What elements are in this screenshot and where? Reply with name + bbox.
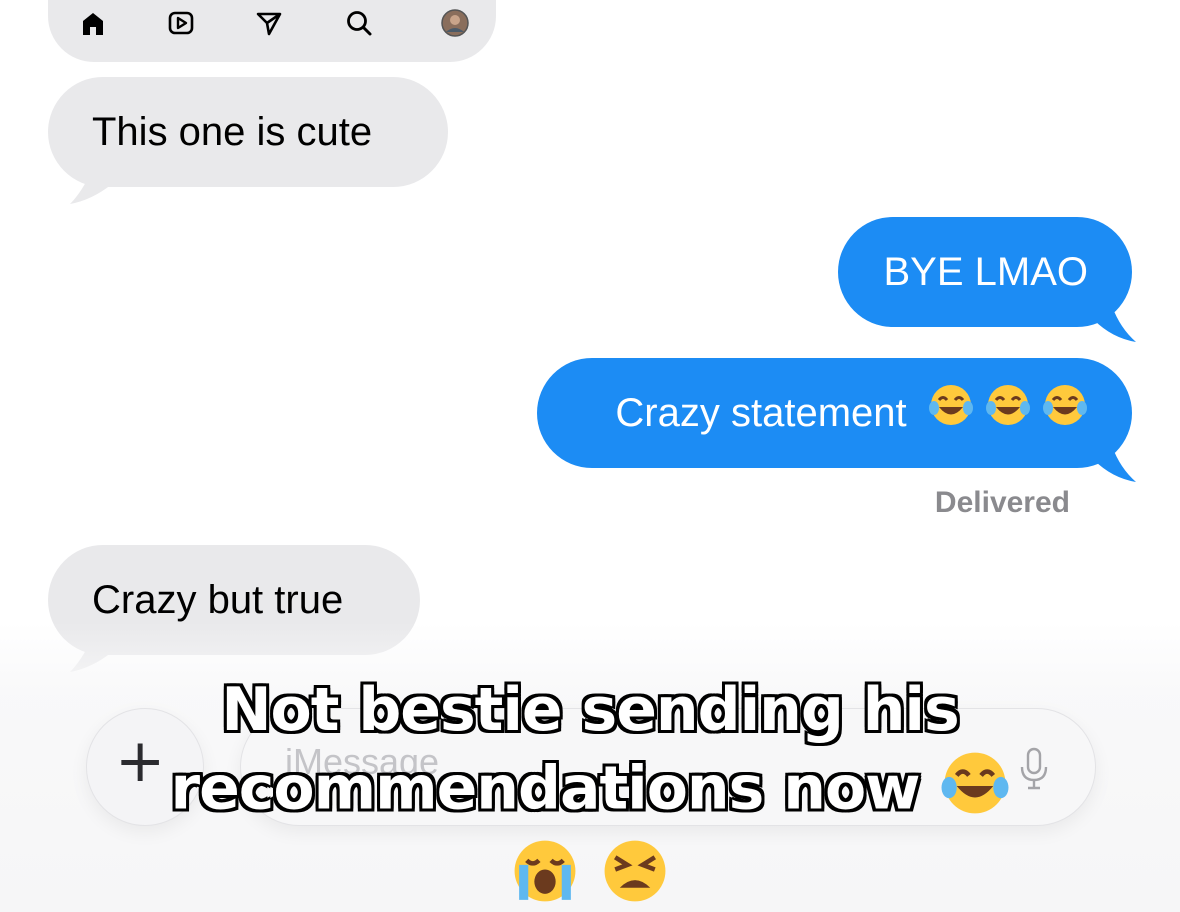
caption-line-1: Not bestie sending his: [221, 675, 959, 745]
laughing-crying-emoji: [940, 748, 1010, 836]
home-icon[interactable]: [78, 8, 108, 38]
message-text: Crazy but true: [92, 578, 344, 622]
outgoing-message[interactable]: BYE LMAO: [838, 217, 1132, 327]
reels-icon[interactable]: [166, 8, 196, 38]
outgoing-message[interactable]: Crazy statement: [537, 358, 1132, 468]
loudly-crying-emoji: [510, 836, 580, 912]
share-icon[interactable]: [254, 8, 284, 38]
caption-line-2-text: recommendations now: [170, 753, 921, 824]
bubble-tail: [1094, 446, 1136, 482]
laughing-crying-emoji: [928, 360, 974, 470]
laughing-crying-emoji: [985, 360, 1031, 470]
caption-line-2: recommendations now: [90, 748, 1090, 836]
message-text: BYE LMAO: [883, 250, 1088, 294]
profile-avatar[interactable]: [440, 8, 470, 38]
weary-face-emoji: [600, 836, 670, 912]
message-text: This one is cute: [92, 110, 373, 154]
caption-overlay: Not bestie sending his recommendations n…: [90, 672, 1090, 912]
caption-line-3: [90, 836, 1090, 912]
search-icon[interactable]: [344, 8, 374, 38]
shared-post-card[interactable]: [48, 0, 496, 62]
laughing-crying-emoji: [1042, 360, 1088, 470]
bubble-tail: [1094, 306, 1136, 342]
delivered-status: Delivered: [934, 486, 1070, 519]
bubble-tail: [70, 170, 112, 204]
message-text: Crazy statement: [615, 391, 907, 435]
